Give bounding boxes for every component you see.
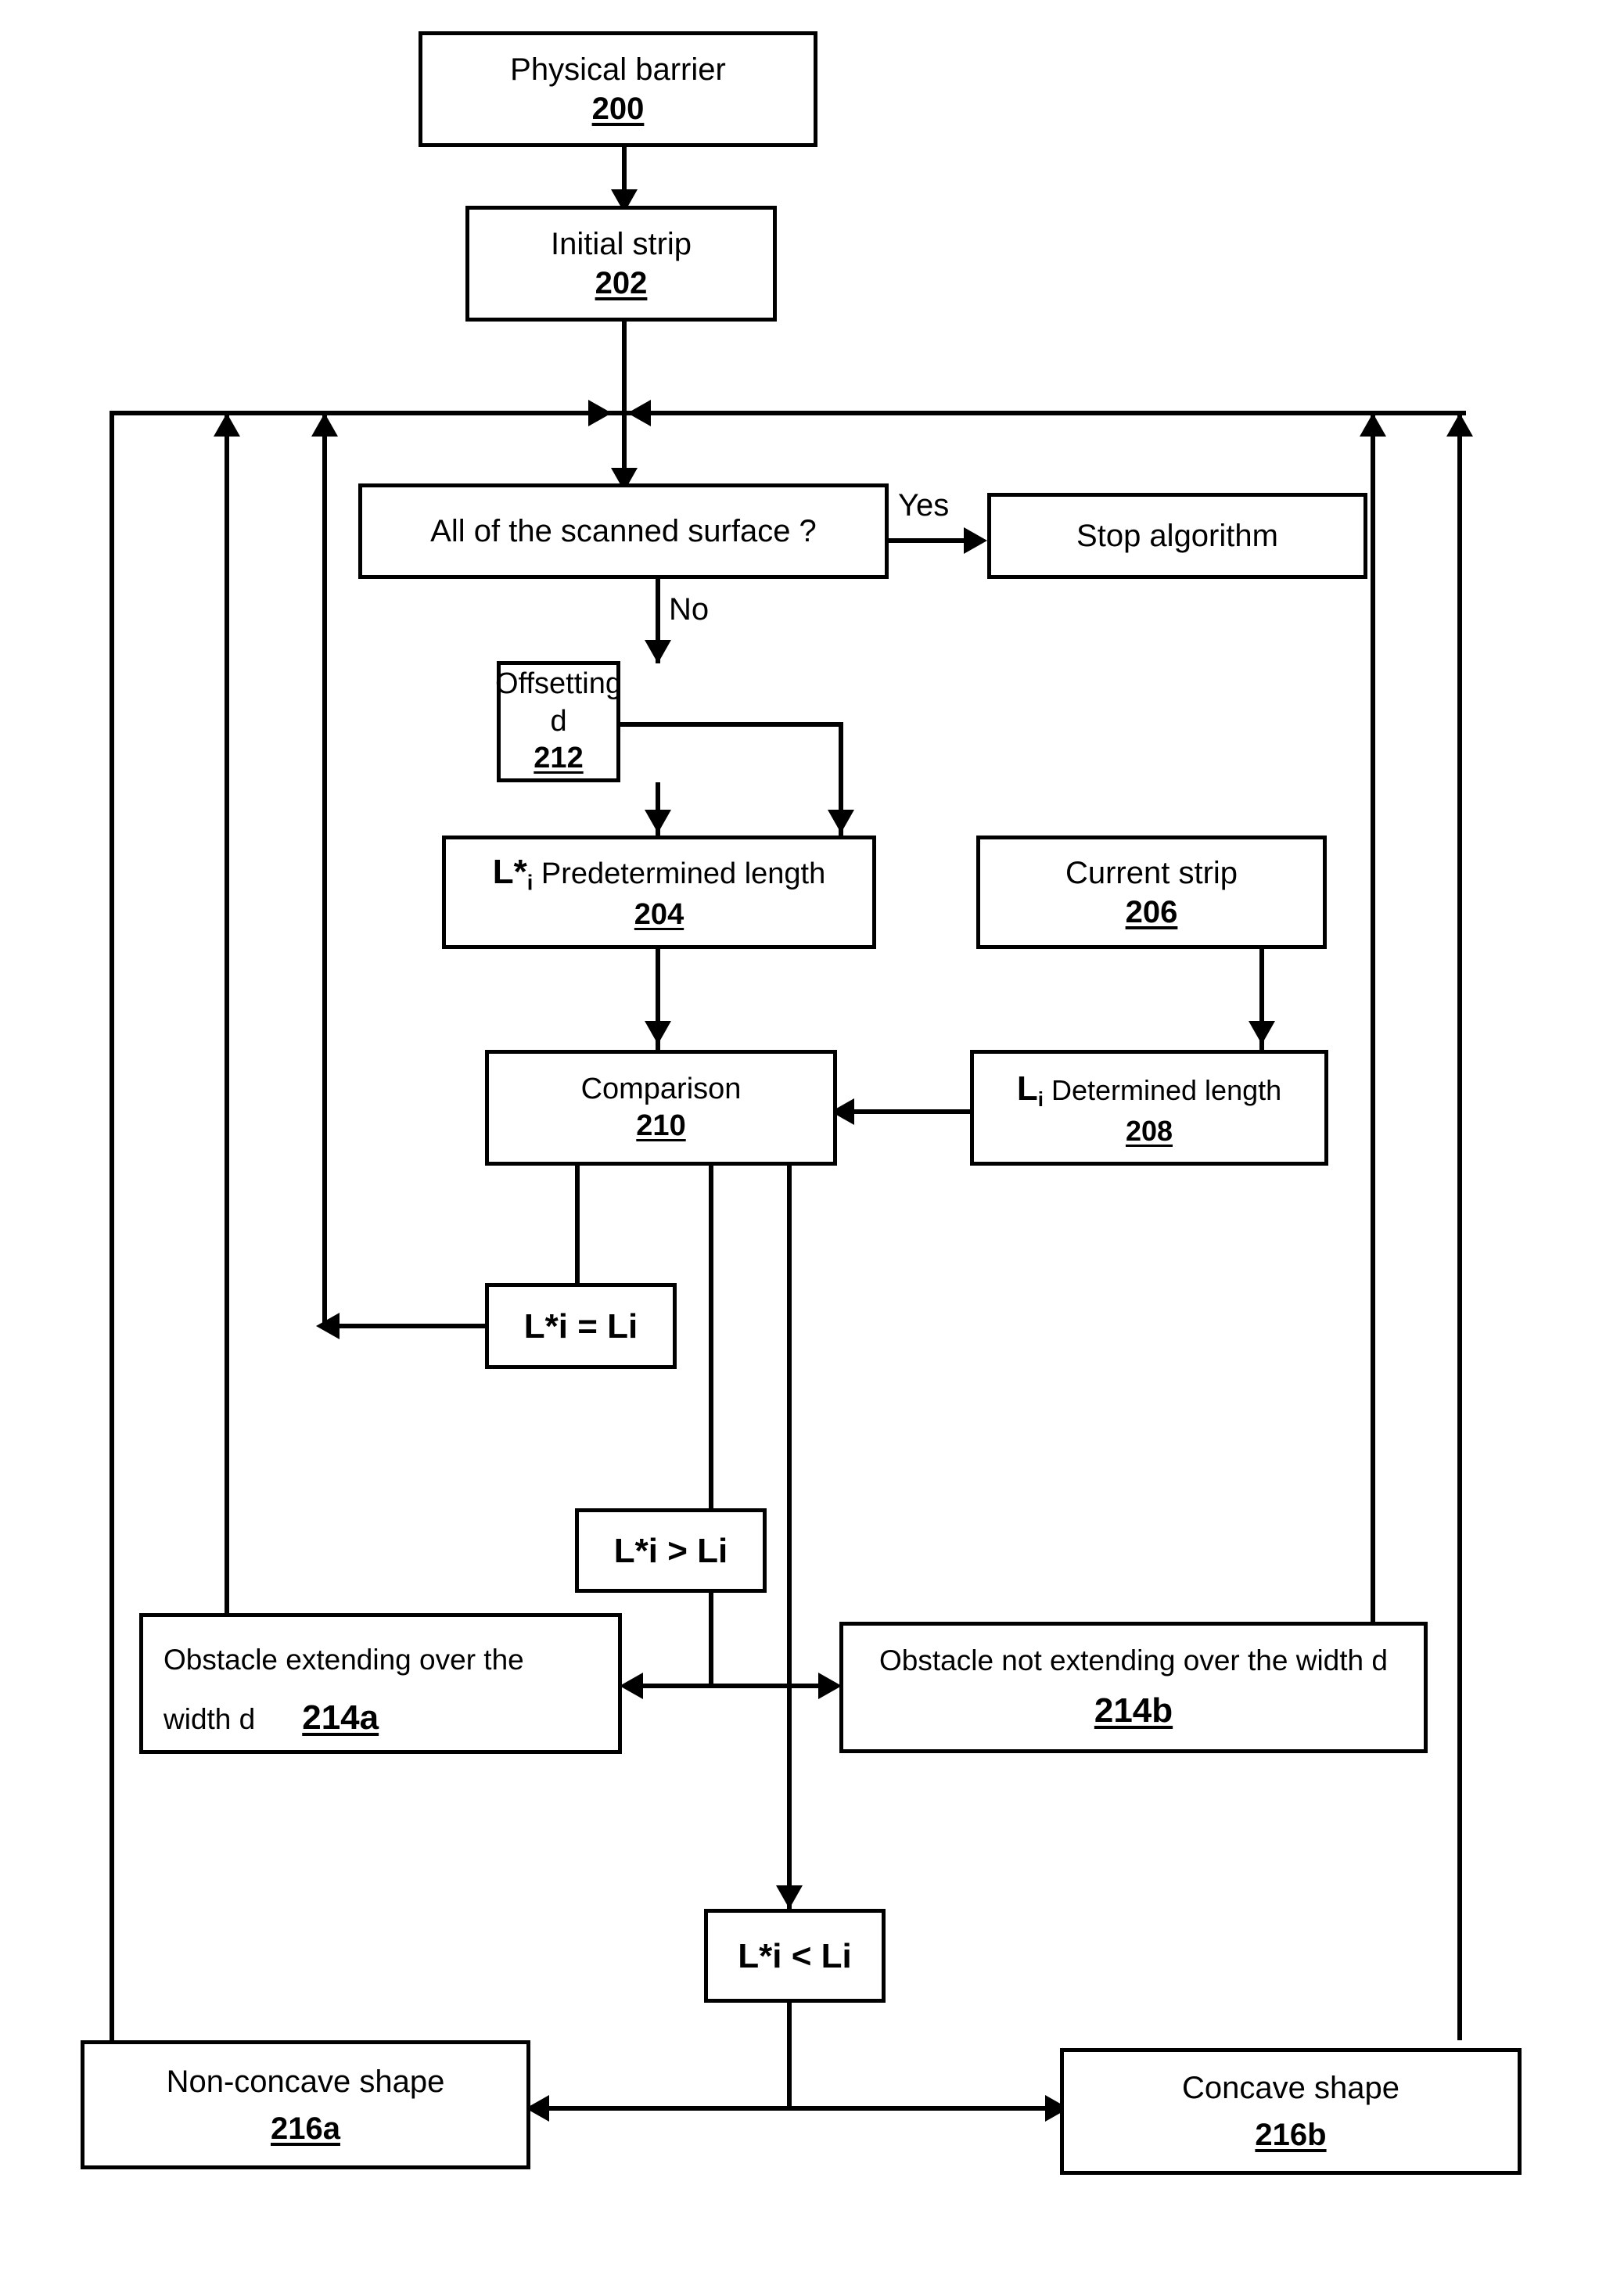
node-initial-strip[interactable]: Initial strip 202 [465,206,777,322]
node-stop-algorithm[interactable]: Stop algorithm [987,493,1367,579]
node-stop-algorithm-label: Stop algorithm [1076,519,1278,553]
arrowhead-up-left-loop-inner [311,413,338,437]
node-concave-shape[interactable]: Concave shape 216b [1060,2048,1522,2175]
connector-eq-to-left-loop [338,1324,487,1328]
node-predetermined-length-ref: 204 [634,898,684,932]
node-determined-length-ref: 208 [1125,1114,1173,1147]
node-less-than[interactable]: L*i < Li [704,1909,886,2003]
node-equal[interactable]: L*i = Li [485,1283,677,1369]
edge-label-yes: Yes [898,488,950,523]
branch-gt-vertical [709,1166,713,1512]
arrowhead-down-to-offsetting [645,640,671,663]
node-obstacle-over-width[interactable]: Obstacle extending over the width d 214a [139,1613,622,1754]
node-current-strip[interactable]: Current strip 206 [976,836,1327,949]
node-concave-shape-ref: 216b [1255,2118,1327,2152]
node-offsetting[interactable]: Offsetting d 212 [495,661,622,782]
node-predetermined-length-symbol: L* [492,853,527,892]
node-decision-all-scanned[interactable]: All of the scanned surface ? [358,483,889,579]
node-predetermined-length-label-row: L*i Predetermined length [493,850,826,897]
connector-yes-to-stop [888,538,970,543]
node-predetermined-length[interactable]: L*i Predetermined length 204 [442,836,876,949]
left-loop-line-inner [322,413,327,1326]
node-determined-length-label-row: Li Determined length [1017,1067,1281,1113]
connector-212-to-206-horizontal [616,722,843,727]
connector-lt-to-216row [787,2003,792,2111]
node-offsetting-label: Offsetting d [495,667,622,738]
node-determined-length-symbol: L [1016,1069,1038,1109]
node-predetermined-length-subscript: i [526,870,534,895]
arrowhead-right-at-junction [588,400,612,426]
node-initial-strip-label: Initial strip [550,227,692,261]
node-offsetting-ref: 212 [534,742,584,775]
arrowhead-left-eq-loop [316,1313,340,1339]
node-initial-strip-ref: 202 [595,266,648,300]
branch-eq-vertical [575,1166,580,1291]
node-obstacle-over-width-line1: Obstacle extending over the [163,1644,524,1676]
arrowhead-left-to-214a [620,1673,643,1699]
arrowhead-up-214b-loop [1360,413,1386,437]
loop-214b-up [1371,413,1375,1630]
arrowhead-down-to-208 [1249,1021,1275,1044]
node-comparison-label: Comparison [580,1072,742,1105]
node-determined-length-text: Determined length [1051,1074,1282,1107]
node-less-than-label: L*i < Li [738,1936,852,1975]
arrowhead-right-to-stop [964,527,987,554]
node-determined-length-subscript: i [1037,1089,1044,1112]
node-obstacle-not-over-width[interactable]: Obstacle not extending over the width d … [839,1622,1428,1753]
arrowhead-down-to-204 [645,810,671,833]
left-loop-line-outer [110,413,114,2040]
node-obstacle-not-over-width-label: Obstacle not extending over the width d [879,1644,1388,1677]
node-obstacle-over-width-ref: 214a [302,1698,379,1737]
arrowhead-down-to-lt [776,1885,803,1909]
connector-216a-216b [548,2106,1064,2111]
arrowhead-left-at-junction [627,400,651,426]
node-determined-length[interactable]: Li Determined length 208 [970,1050,1328,1166]
node-physical-barrier[interactable]: Physical barrier 200 [419,31,817,147]
node-non-concave-shape[interactable]: Non-concave shape 216a [81,2040,530,2169]
arrowhead-right-to-214b [818,1673,842,1699]
node-obstacle-over-width-line2: width d [163,1702,256,1735]
arrowhead-up-216b-loop [1446,413,1473,437]
node-current-strip-ref: 206 [1125,894,1178,929]
node-greater-than[interactable]: L*i > Li [575,1508,767,1593]
connector-208-to-210 [853,1109,972,1114]
connector-202-to-junction [622,321,627,413]
node-concave-shape-label: Concave shape [1182,2071,1399,2105]
node-decision-all-scanned-label: All of the scanned surface ? [430,514,817,548]
node-current-strip-label: Current strip [1065,855,1238,890]
node-physical-barrier-label: Physical barrier [510,52,726,87]
node-comparison[interactable]: Comparison 210 [485,1050,837,1166]
node-non-concave-shape-label: Non-concave shape [166,2064,445,2099]
flowchart-canvas: Physical barrier 200 Initial strip 202 A… [0,0,1624,2282]
edge-label-no: No [669,592,710,627]
node-predetermined-length-text: Predetermined length [541,857,826,891]
connector-214a-214b [641,1684,837,1688]
arrowhead-down-to-206 [828,810,854,833]
node-physical-barrier-ref: 200 [591,92,645,126]
node-equal-label: L*i = Li [523,1306,638,1346]
arrowhead-up-214a-loop [214,413,240,437]
node-comparison-ref: 210 [636,1109,686,1142]
node-non-concave-shape-ref: 216a [271,2111,340,2146]
arrowhead-down-to-210 [645,1021,671,1044]
branch-lt-vertical [787,1166,792,1911]
node-greater-than-label: L*i > Li [613,1531,728,1570]
loop-216b-up [1457,413,1462,2040]
loop-214a-up [225,413,229,1630]
node-obstacle-over-width-row2: width d 214a [163,1696,379,1739]
node-obstacle-not-over-width-ref: 214b [1094,1691,1173,1730]
